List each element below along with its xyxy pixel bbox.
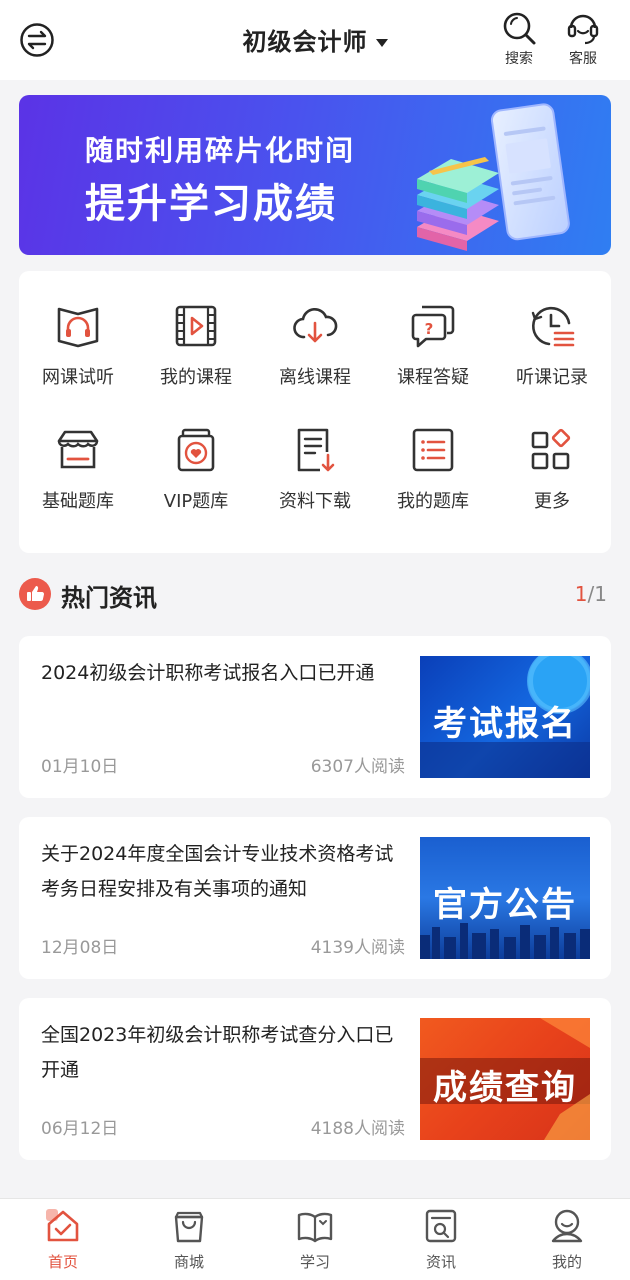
grid-item-vip-bank[interactable]: VIP题库	[137, 425, 255, 513]
grid-item-more[interactable]: 更多	[493, 425, 611, 513]
customer-service-button[interactable]: 客服	[558, 10, 608, 68]
grid-label: 离线课程	[279, 367, 351, 388]
tab-mall[interactable]: 商城	[149, 1207, 229, 1272]
search-label: 搜索	[505, 51, 533, 67]
page-total: /1	[587, 582, 607, 606]
tab-label: 资讯	[425, 1253, 456, 1271]
news-date: 12月08日	[41, 938, 119, 958]
tab-label: 学习	[299, 1253, 330, 1271]
service-label: 客服	[569, 51, 597, 67]
grid-item-offline-courses[interactable]: 离线课程	[256, 301, 374, 389]
list-icon	[412, 428, 454, 472]
page-title: 初级会计师	[242, 28, 368, 56]
headphone-book-icon	[57, 307, 99, 348]
news-thumbnail: 考试报名	[420, 656, 590, 778]
tab-study[interactable]: 学习	[275, 1207, 355, 1272]
news-search-icon	[425, 1209, 457, 1243]
grid-label: VIP题库	[163, 491, 229, 512]
news-title: 关于2024年度全国会计专业技术资格考试考务日程安排及有关事项的通知	[41, 843, 394, 900]
grid-label: 我的课程	[160, 367, 232, 388]
search-button[interactable]: 搜索	[494, 10, 544, 68]
news-thumbnail: 成绩查询	[420, 1018, 590, 1140]
history-clock-icon	[531, 306, 575, 347]
grid-label: 资料下载	[279, 491, 351, 512]
grid-item-course-trial[interactable]: 网课试听	[19, 301, 137, 389]
grid-label: 更多	[534, 491, 570, 512]
page-current: 1	[574, 582, 588, 606]
grid-item-basic-bank[interactable]: 基础题库	[19, 425, 137, 513]
vip-heart-icon	[177, 428, 215, 472]
caret-down-icon	[375, 39, 388, 47]
hot-news-header: 热门资讯 1/1	[19, 576, 611, 612]
function-grid: 网课试听 我的课程 离线课程 ? 课程答疑 听课记录 基础题库 VIP题库 资料…	[19, 271, 611, 553]
grid-label: 听课记录	[516, 367, 588, 388]
document-download-icon	[297, 428, 335, 472]
app-header: 初级会计师 搜索 客服	[0, 0, 630, 80]
tab-mine[interactable]: 我的	[527, 1207, 607, 1272]
svg-text:?: ?	[425, 320, 434, 338]
news-card[interactable]: 全国2023年初级会计职称考试查分入口已开通 06月12日 4188人阅读 成绩…	[19, 998, 611, 1160]
tab-label: 首页	[47, 1253, 78, 1271]
grid-label: 课程答疑	[397, 367, 469, 388]
news-thumbnail: 官方公告	[420, 837, 590, 959]
grid-item-material-download[interactable]: 资料下载	[256, 425, 374, 513]
grid-item-course-qa[interactable]: ? 课程答疑	[374, 301, 492, 389]
cloud-download-icon	[293, 307, 338, 343]
section-title: 热门资讯	[61, 584, 157, 612]
question-chat-icon: ?	[411, 305, 455, 348]
profile-icon	[551, 1209, 583, 1243]
video-play-icon	[175, 305, 217, 347]
shopping-bag-icon	[174, 1211, 204, 1243]
tab-label: 商城	[173, 1253, 204, 1271]
news-title: 全国2023年初级会计职称考试查分入口已开通	[41, 1024, 394, 1081]
grid-item-my-bank[interactable]: 我的题库	[374, 425, 492, 513]
grid-label: 基础题库	[42, 491, 114, 512]
news-card[interactable]: 关于2024年度全国会计专业技术资格考试考务日程安排及有关事项的通知 12月08…	[19, 817, 611, 979]
grid-label: 我的题库	[397, 491, 469, 512]
thumb-text: 成绩查询	[433, 1068, 577, 1108]
news-reads: 4139人阅读	[310, 938, 405, 958]
news-title: 2024初级会计职称考试报名入口已开通	[41, 662, 375, 684]
news-reads: 6307人阅读	[310, 757, 405, 777]
tab-home[interactable]: 首页	[23, 1207, 103, 1272]
tab-label: 我的	[551, 1253, 582, 1271]
promo-banner[interactable]: 随时利用碎片化时间 提升学习成绩	[19, 95, 611, 255]
thumbs-up-icon	[19, 578, 51, 610]
open-book-icon	[297, 1212, 333, 1243]
more-grid-icon	[531, 428, 571, 470]
news-card[interactable]: 2024初级会计职称考试报名入口已开通 01月10日 6307人阅读 考试报名	[19, 636, 611, 798]
grid-item-listen-history[interactable]: 听课记录	[493, 301, 611, 389]
page-indicator: 1/1	[575, 582, 607, 606]
thumb-text: 考试报名	[433, 704, 577, 744]
news-date: 06月12日	[41, 1119, 119, 1139]
bottom-tab-bar: 首页 商城 学习 资讯 我的	[0, 1198, 630, 1280]
tab-news[interactable]: 资讯	[401, 1207, 481, 1272]
banner-line2: 提升学习成绩	[85, 181, 337, 227]
home-icon	[46, 1209, 79, 1242]
store-icon	[57, 430, 99, 469]
news-date: 01月10日	[41, 757, 119, 777]
grid-label: 网课试听	[42, 367, 114, 388]
search-icon	[503, 12, 536, 45]
news-reads: 4188人阅读	[310, 1119, 405, 1139]
thumb-text: 官方公告	[433, 885, 577, 925]
banner-line1: 随时利用碎片化时间	[85, 134, 356, 167]
grid-item-my-courses[interactable]: 我的课程	[137, 301, 255, 389]
phone-books-illustration	[417, 103, 570, 251]
headset-icon	[567, 14, 599, 45]
